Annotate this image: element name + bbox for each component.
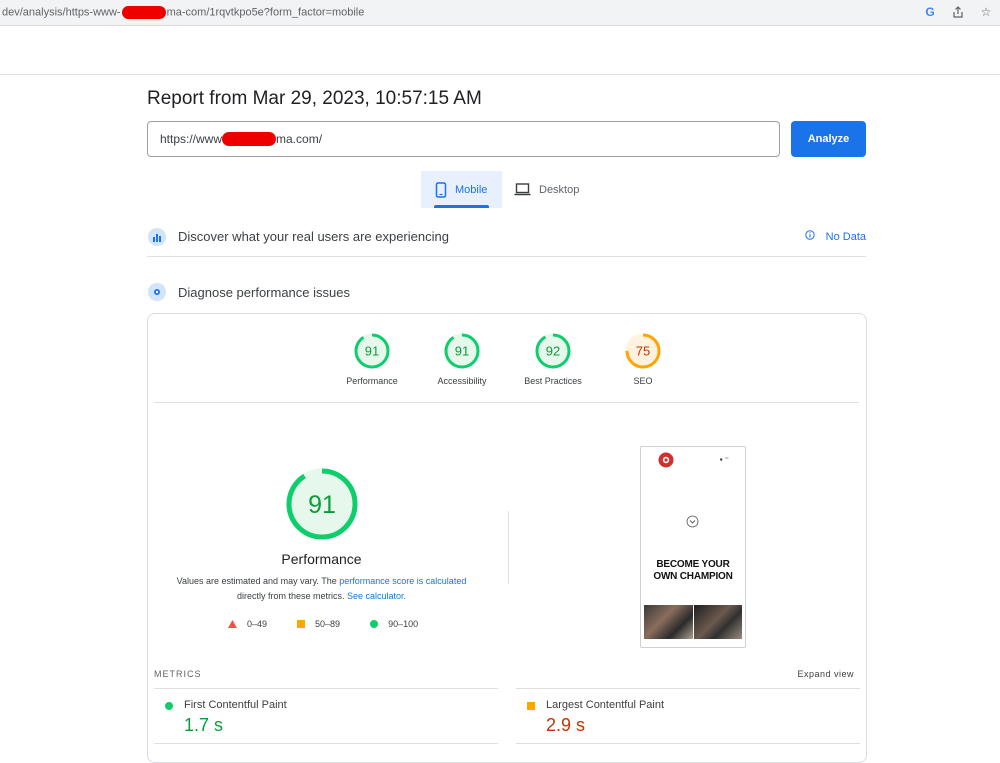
page-screenshot: ▪ ⁼ BECOME YOUR OWN CHAMPION	[640, 446, 746, 648]
metric-value: 2.9 s	[546, 715, 586, 735]
gauge-label: Performance	[346, 376, 398, 386]
average-square-icon	[527, 702, 535, 710]
legend-range: 90–100	[388, 619, 419, 629]
tab-mobile-label: Mobile	[455, 183, 488, 196]
real-users-section[interactable]: Discover what your real users are experi…	[147, 217, 866, 257]
legend-item-average: 50–89	[297, 619, 340, 629]
explain-text-1: Values are estimated and may vary. The	[176, 576, 340, 586]
redaction-mark	[222, 132, 277, 146]
headline-line-1: BECOME YOUR	[656, 559, 730, 570]
url-input-prefix: https://www	[160, 132, 223, 146]
share-icon[interactable]	[950, 4, 966, 20]
real-users-text: Discover what your real users are experi…	[178, 229, 449, 244]
google-icon[interactable]: G	[922, 4, 938, 20]
see-calculator-link[interactable]: See calculator.	[347, 591, 406, 601]
explain-text-2: directly from these metrics.	[236, 591, 347, 601]
screenshot-photos	[644, 605, 742, 639]
redaction-mark	[121, 6, 166, 19]
info-icon	[804, 230, 815, 243]
smartphone-icon	[435, 181, 447, 198]
no-data-label: No Data	[825, 230, 866, 243]
metric-first-contentful-paint: First Contentful Paint 1.7 s	[154, 688, 498, 744]
performance-title: Performance	[281, 551, 362, 567]
gauge-best-practices[interactable]: 92 Best Practices	[508, 332, 598, 386]
metric-largest-contentful-paint: Largest Contentful Paint 2.9 s	[516, 688, 860, 744]
screenshot-headline: BECOME YOUR OWN CHAMPION	[641, 559, 745, 583]
metrics-label: METRICS	[154, 669, 202, 679]
legend-item-poor: 0–49	[228, 619, 267, 629]
laptop-icon	[514, 183, 531, 196]
gauge-score: 75	[636, 344, 650, 359]
users-chart-icon	[148, 227, 166, 246]
tab-desktop[interactable]: Desktop	[514, 171, 594, 208]
legend-range: 0–49	[247, 619, 268, 629]
legend-range: 50–89	[315, 619, 341, 629]
menu-icon: ▪ ⁼	[719, 455, 729, 464]
bookmark-star-icon[interactable]: ☆	[978, 4, 994, 20]
photo	[644, 605, 693, 639]
metric-name: First Contentful Paint	[184, 699, 287, 711]
browser-address-bar[interactable]: dev/analysis/https-www-ma-com/1rqvtkpo5e…	[0, 0, 1000, 26]
metric-name: Largest Contentful Paint	[546, 699, 665, 711]
expand-view-button[interactable]: Expand view	[797, 669, 854, 679]
address-url-prefix: dev/analysis/https-www-	[2, 6, 121, 19]
diagnose-text: Diagnose performance issues	[178, 284, 350, 300]
address-url-suffix: ma-com/1rqvtkpo5e?form_factor=mobile	[166, 6, 365, 19]
gauge-ring: 92	[535, 333, 571, 369]
tab-desktop-label: Desktop	[539, 183, 580, 196]
gauge-score: 91	[365, 344, 379, 359]
gauge-ring: 91	[354, 333, 390, 369]
no-data-link[interactable]: No Data	[804, 230, 866, 243]
performance-big-gauge: 91	[286, 468, 358, 540]
report-card: 91 Performance 91 Accessibility 92 Best …	[147, 313, 867, 763]
header-divider	[0, 74, 1000, 75]
circle-icon	[370, 620, 379, 628]
page-title: Report from Mar 29, 2023, 10:57:15 AM	[147, 88, 482, 109]
gauge-score: 92	[546, 344, 560, 359]
gauge-label: Accessibility	[437, 376, 487, 386]
good-circle-icon	[165, 702, 173, 710]
gauge-performance[interactable]: 91 Performance	[327, 332, 417, 386]
performance-score: 91	[308, 491, 336, 519]
score-calculated-link[interactable]: performance score is calculated	[339, 576, 466, 586]
site-logo-icon	[658, 452, 674, 468]
legend-item-good: 90–100	[370, 619, 418, 629]
diagnose-icon	[148, 283, 166, 301]
triangle-icon	[228, 620, 237, 628]
divider	[154, 402, 859, 403]
diagnose-section: Diagnose performance issues	[147, 272, 866, 312]
tab-mobile[interactable]: Mobile	[421, 171, 502, 208]
headline-line-2: OWN CHAMPION	[653, 571, 733, 582]
gauge-ring: 75	[625, 333, 661, 369]
vertical-divider	[508, 511, 509, 584]
gauge-ring: 91	[444, 333, 480, 369]
square-icon	[297, 620, 306, 628]
gauge-label: SEO	[633, 376, 653, 386]
performance-explanation: Values are estimated and may vary. The p…	[170, 574, 473, 604]
gauge-score: 91	[455, 344, 469, 359]
photo	[693, 605, 742, 639]
score-legend: 0–49 50–89 90–100	[228, 619, 418, 629]
metric-value: 1.7 s	[184, 715, 224, 735]
gauge-accessibility[interactable]: 91 Accessibility	[417, 332, 507, 386]
url-input[interactable]: https://www ma.com/	[147, 121, 780, 157]
gauge-seo[interactable]: 75 SEO	[598, 332, 688, 386]
address-url[interactable]: dev/analysis/https-www-ma-com/1rqvtkpo5e…	[0, 6, 364, 19]
scroll-down-icon	[686, 515, 699, 528]
gauge-label: Best Practices	[524, 376, 582, 386]
url-input-suffix: ma.com/	[276, 132, 323, 146]
analyze-button[interactable]: Analyze	[791, 121, 866, 157]
score-gauges: 91 Performance 91 Accessibility 92 Best …	[148, 332, 866, 402]
